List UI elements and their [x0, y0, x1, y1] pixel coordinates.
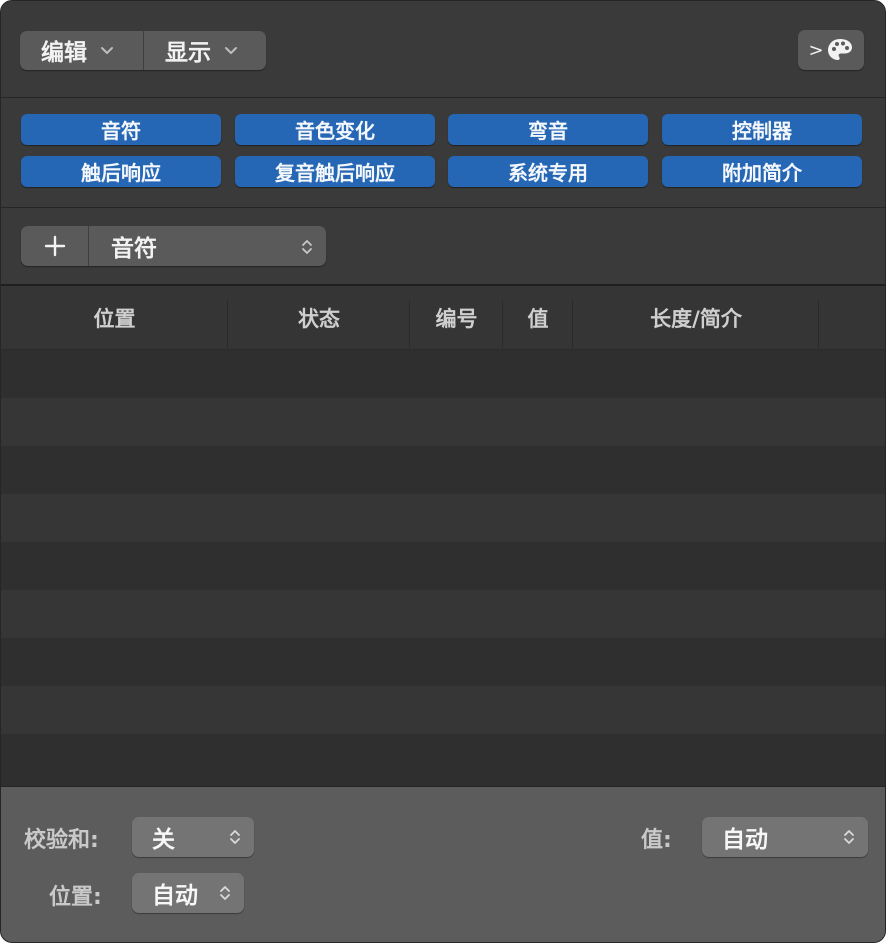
column-header-number[interactable]: 编号 — [410, 286, 503, 349]
checksum-label: 校验和: — [24, 828, 99, 853]
table-row-empty — [1, 542, 885, 590]
position-popup[interactable]: 自动 — [132, 873, 244, 913]
midi-in-arrow: > — [808, 39, 824, 61]
toolbar: 编辑 显示 > — [1, 1, 885, 98]
chevron-down-icon — [101, 47, 113, 54]
table-row-empty — [1, 590, 885, 638]
edit-view-segmented-control: 编辑 显示 — [20, 30, 266, 70]
filter-controller-button[interactable]: 控制器 — [662, 114, 862, 145]
position-label: 位置: — [49, 885, 102, 910]
position-value: 自动 — [152, 883, 198, 909]
view-menu-label: 显示 — [165, 40, 211, 66]
filter-meta-button[interactable]: 附加简介 — [662, 156, 862, 187]
table-row-empty — [1, 638, 885, 686]
table-row-empty — [1, 686, 885, 734]
value-popup[interactable]: 自动 — [702, 817, 868, 857]
up-down-chevron-icon — [302, 240, 312, 254]
event-list-window: 编辑 显示 > 音符 音色变化 弯音 控制器 触后响应 复音触后响应 系统专用 … — [0, 0, 886, 943]
column-header-label: 编号 — [435, 306, 478, 331]
filter-program-change-button[interactable]: 音色变化 — [235, 114, 435, 145]
add-event-button[interactable] — [21, 226, 89, 266]
column-divider — [818, 300, 819, 348]
filter-sysex-button[interactable]: 系统专用 — [448, 156, 648, 187]
up-down-chevron-icon — [844, 830, 854, 844]
event-type-select[interactable]: 音符 — [89, 226, 326, 266]
midi-palette-icon — [827, 39, 852, 60]
event-type-value: 音符 — [111, 236, 157, 262]
sysex-settings-panel: 校验和: 关 位置: 自动 值: 自动 — [1, 786, 885, 942]
column-header-length-info[interactable]: 长度/简介 — [573, 286, 819, 349]
column-header-label: 值 — [527, 306, 549, 331]
edit-menu-label: 编辑 — [41, 40, 87, 66]
checksum-popup[interactable]: 关 — [132, 817, 254, 857]
table-row-empty — [1, 494, 885, 542]
column-header-position[interactable]: 位置 — [1, 286, 228, 349]
column-header-label: 位置 — [93, 306, 136, 331]
chevron-down-icon — [225, 47, 237, 54]
event-type-filters: 音符 音色变化 弯音 控制器 触后响应 复音触后响应 系统专用 附加简介 — [1, 98, 885, 208]
filter-pitch-bend-button[interactable]: 弯音 — [448, 114, 648, 145]
edit-menu-button[interactable]: 编辑 — [20, 30, 144, 70]
table-row-empty — [1, 446, 885, 494]
event-list[interactable]: 位置 状态 编号 值 长度/简介 — [1, 284, 885, 788]
up-down-chevron-icon — [220, 886, 230, 900]
column-header-value[interactable]: 值 — [503, 286, 573, 349]
up-down-chevron-icon — [230, 830, 240, 844]
table-header: 位置 状态 编号 值 长度/简介 — [1, 286, 885, 350]
plus-icon — [44, 235, 65, 257]
filter-poly-aftertouch-button[interactable]: 复音触后响应 — [235, 156, 435, 187]
checksum-value: 关 — [152, 827, 175, 853]
column-header-status[interactable]: 状态 — [228, 286, 410, 349]
filter-notes-button[interactable]: 音符 — [21, 114, 221, 145]
column-header-label: 长度/简介 — [650, 306, 742, 331]
midi-in-button[interactable]: > — [798, 30, 864, 70]
table-row-empty — [1, 398, 885, 446]
create-event-row: 音符 — [1, 208, 885, 284]
table-row-empty — [1, 350, 885, 398]
filter-aftertouch-button[interactable]: 触后响应 — [21, 156, 221, 187]
value-label: 值: — [641, 828, 672, 853]
view-menu-button[interactable]: 显示 — [144, 30, 266, 70]
table-row-empty — [1, 734, 885, 786]
value-value: 自动 — [722, 827, 768, 853]
column-header-label: 状态 — [298, 306, 340, 331]
create-event-control: 音符 — [21, 226, 326, 266]
